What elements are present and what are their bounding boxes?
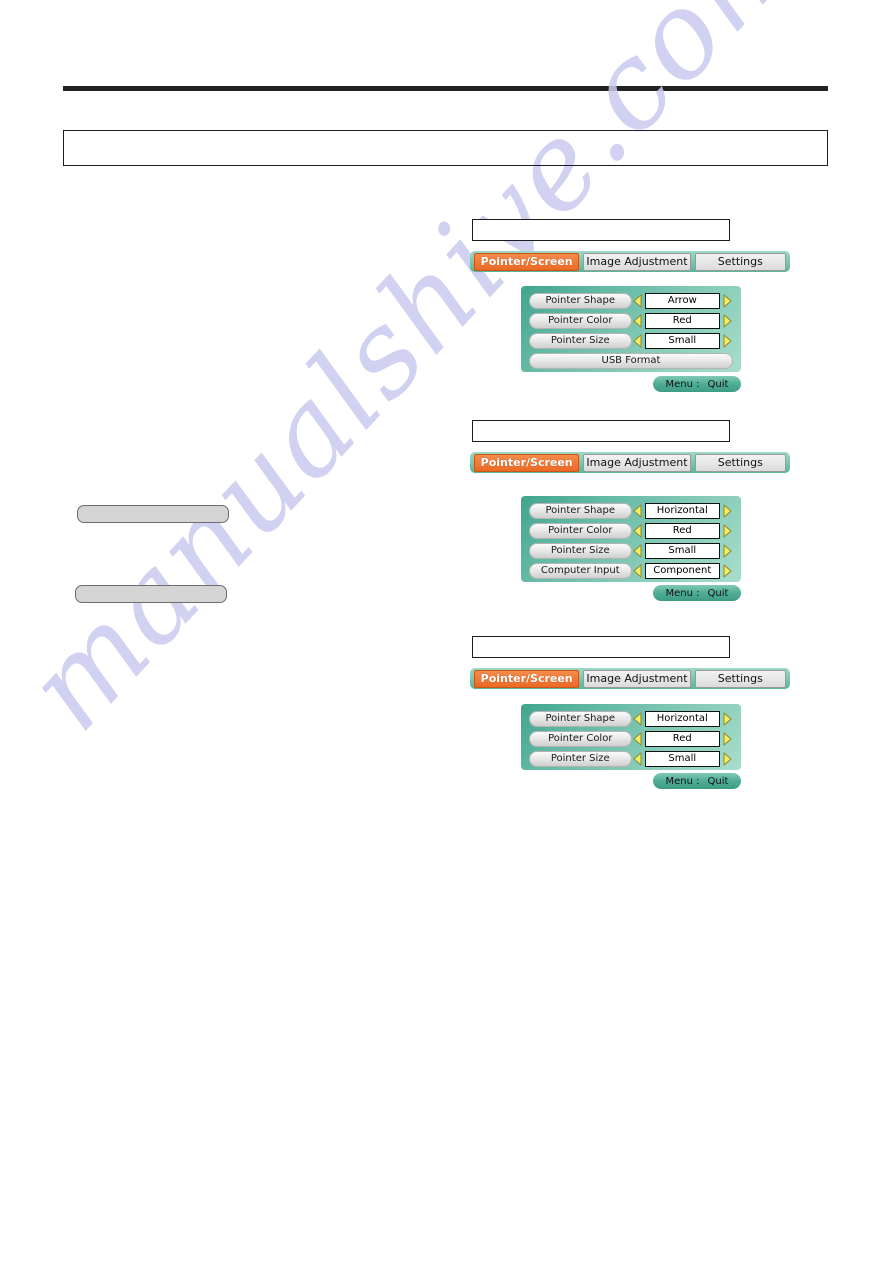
menu-2-label-pointer-shape[interactable]: Pointer Shape [529, 502, 632, 519]
menu-1-label-pointer-shape[interactable]: Pointer Shape [529, 292, 632, 309]
menu-1-row: Pointer Shape Arrow [529, 292, 733, 309]
menu-3-value-pointer-color[interactable]: Red [644, 730, 720, 747]
triangle-right-icon[interactable] [720, 543, 733, 559]
menu-2-row: Pointer Size Small [529, 542, 733, 559]
menu-3-row: Pointer Shape Horizontal [529, 710, 733, 727]
menu-3-tab-settings[interactable]: Settings [694, 669, 787, 688]
menu-3-caption-box [472, 636, 730, 658]
menu-2-panel: Pointer Shape Horizontal Pointer Color Red P… [521, 496, 741, 582]
triangle-right-icon[interactable] [720, 711, 733, 727]
menu-quit-prefix-label: Menu : [665, 378, 700, 390]
menu-1-label-pointer-color[interactable]: Pointer Color [529, 312, 632, 329]
menu-2-value-pointer-shape[interactable]: Horizontal [644, 502, 720, 519]
menu-quit-action-label: Quit [707, 378, 729, 390]
menu-quit-action-label: Quit [707, 587, 729, 599]
menu-1-tabbar: Pointer/Screen Image Adjustment Settings [470, 251, 790, 272]
triangle-right-icon[interactable] [720, 333, 733, 349]
triangle-left-icon[interactable] [632, 731, 645, 747]
menu-3-value-pointer-shape[interactable]: Horizontal [644, 710, 720, 727]
menu-quit-prefix-label: Menu : [665, 775, 700, 787]
menu-2-row: Pointer Shape Horizontal [529, 502, 733, 519]
triangle-left-icon[interactable] [632, 523, 645, 539]
menu-3-tab-pointer-screen[interactable]: Pointer/Screen [474, 669, 580, 688]
menu-3-panel: Pointer Shape Horizontal Pointer Color Red P… [521, 704, 741, 770]
menu-3-row: Pointer Size Small [529, 750, 733, 767]
menu-2-tabbar: Pointer/Screen Image Adjustment Settings [470, 452, 790, 473]
menu-3-menu-quit-button[interactable]: Menu : Quit [653, 773, 741, 789]
note-pill-two [75, 585, 227, 603]
menu-1-value-pointer-shape[interactable]: Arrow [644, 292, 720, 309]
menu-1-tab-pointer-screen[interactable]: Pointer/Screen [474, 252, 580, 271]
menu-3-tabbar: Pointer/Screen Image Adjustment Settings [470, 668, 790, 689]
triangle-right-icon[interactable] [720, 503, 733, 519]
menu-1-row: Pointer Size Small [529, 332, 733, 349]
menu-quit-action-label: Quit [707, 775, 729, 787]
menu-3-row: Pointer Color Red [529, 730, 733, 747]
menu-1-caption-box [472, 219, 730, 241]
header-caption-box [63, 130, 828, 166]
menu-2-caption-box [472, 420, 730, 442]
triangle-left-icon[interactable] [632, 711, 645, 727]
menu-2-tab-settings[interactable]: Settings [694, 453, 787, 472]
menu-quit-prefix-label: Menu : [665, 587, 700, 599]
triangle-left-icon[interactable] [632, 313, 645, 329]
menu-2-row: Computer Input Component [529, 562, 733, 579]
menu-1-tab-settings[interactable]: Settings [694, 252, 787, 271]
triangle-left-icon[interactable] [632, 293, 645, 309]
menu-2-value-pointer-color[interactable]: Red [644, 522, 720, 539]
menu-2-label-computer-input[interactable]: Computer Input [529, 562, 632, 579]
menu-3-tab-image-adjustment[interactable]: Image Adjustment [583, 669, 691, 688]
menu-3-value-pointer-size[interactable]: Small [644, 750, 720, 767]
triangle-left-icon[interactable] [632, 563, 645, 579]
triangle-left-icon[interactable] [632, 333, 645, 349]
menu-2-value-pointer-size[interactable]: Small [644, 542, 720, 559]
menu-1-label-usb-format[interactable]: USB Format [529, 352, 733, 369]
menu-1-value-pointer-color[interactable]: Red [644, 312, 720, 329]
menu-2-menu-quit-button[interactable]: Menu : Quit [653, 585, 741, 601]
triangle-left-icon[interactable] [632, 543, 645, 559]
note-pill-one [77, 505, 229, 523]
menu-2-value-computer-input[interactable]: Component [644, 562, 720, 579]
triangle-right-icon[interactable] [720, 293, 733, 309]
menu-2-label-pointer-size[interactable]: Pointer Size [529, 542, 632, 559]
triangle-right-icon[interactable] [720, 313, 733, 329]
menu-2-label-pointer-color[interactable]: Pointer Color [529, 522, 632, 539]
triangle-right-icon[interactable] [720, 563, 733, 579]
triangle-right-icon[interactable] [720, 751, 733, 767]
menu-1-panel: Pointer Shape Arrow Pointer Color Red Pointe… [521, 286, 741, 372]
menu-2-tab-pointer-screen[interactable]: Pointer/Screen [474, 453, 580, 472]
menu-3-label-pointer-size[interactable]: Pointer Size [529, 750, 632, 767]
menu-2-tab-image-adjustment[interactable]: Image Adjustment [583, 453, 691, 472]
menu-1-value-pointer-size[interactable]: Small [644, 332, 720, 349]
menu-1-menu-quit-button[interactable]: Menu : Quit [653, 376, 741, 392]
menu-2-row: Pointer Color Red [529, 522, 733, 539]
triangle-left-icon[interactable] [632, 503, 645, 519]
menu-1-row: USB Format [529, 352, 733, 369]
menu-1-label-pointer-size[interactable]: Pointer Size [529, 332, 632, 349]
menu-3-label-pointer-shape[interactable]: Pointer Shape [529, 710, 632, 727]
menu-1-row: Pointer Color Red [529, 312, 733, 329]
menu-3-label-pointer-color[interactable]: Pointer Color [529, 730, 632, 747]
triangle-right-icon[interactable] [720, 731, 733, 747]
header-rule [63, 86, 828, 91]
triangle-right-icon[interactable] [720, 523, 733, 539]
triangle-left-icon[interactable] [632, 751, 645, 767]
menu-1-tab-image-adjustment[interactable]: Image Adjustment [583, 252, 691, 271]
